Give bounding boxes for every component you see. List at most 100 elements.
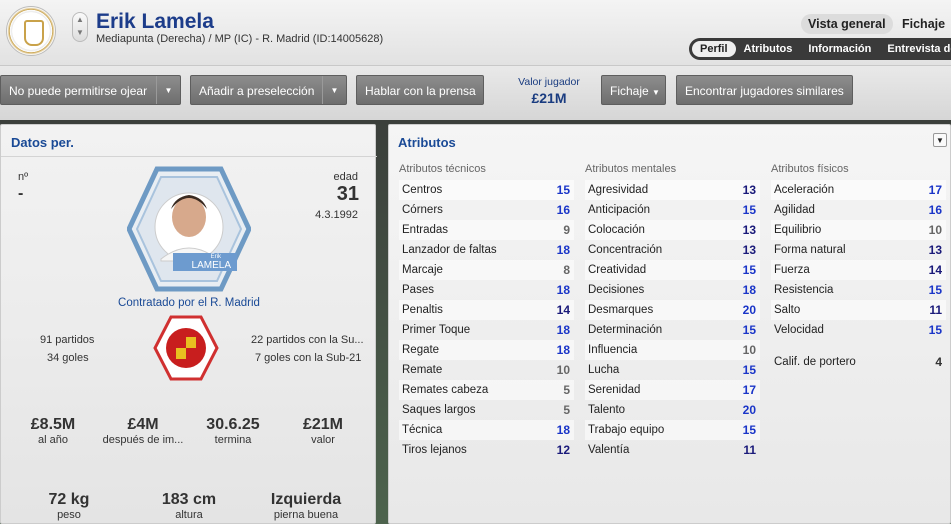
- attribute-row[interactable]: Penaltis 14: [399, 300, 574, 320]
- attribute-row[interactable]: Fuerza 14: [771, 260, 946, 280]
- attribute-row[interactable]: Remate 10: [399, 360, 574, 380]
- attribute-value: 4: [935, 355, 942, 369]
- goals: 34 goles: [47, 352, 89, 364]
- club-crest-icon: [6, 6, 56, 56]
- toolbar: No puede permitirse ojear ▼ Añadir a pres…: [0, 66, 951, 120]
- attribute-name: Talento: [588, 404, 626, 416]
- attribute-value: 13: [742, 243, 756, 257]
- dob: 4.3.1992: [315, 209, 358, 221]
- height-label: altura: [175, 509, 203, 521]
- shortlist-button[interactable]: Añadir a preselección ▼: [190, 75, 347, 105]
- nav-fichaje[interactable]: Fichaje: [902, 17, 945, 31]
- attribute-row[interactable]: Forma natural 13: [771, 240, 946, 260]
- attribute-row[interactable]: Primer Toque 18: [399, 320, 574, 340]
- contract-club[interactable]: Contratado por el R. Madrid: [1, 297, 377, 309]
- attribute-row[interactable]: Equilibrio 10: [771, 220, 946, 240]
- attribute-value: 14: [556, 303, 570, 317]
- attribute-row[interactable]: Aceleración 17: [771, 180, 946, 200]
- attribute-row[interactable]: Resistencia 15: [771, 280, 946, 300]
- attribute-row[interactable]: Técnica 18: [399, 420, 574, 440]
- tab-atributos[interactable]: Atributos: [736, 41, 801, 57]
- similar-players-button[interactable]: Encontrar jugadores similares: [676, 75, 853, 105]
- weight-label: peso: [57, 509, 81, 521]
- attribute-value: 10: [556, 363, 570, 377]
- attribute-row[interactable]: Pases 18: [399, 280, 574, 300]
- attribute-value: 12: [556, 443, 570, 457]
- transfer-button[interactable]: Fichaje ▼: [601, 75, 666, 105]
- attributes-panel: Atributos ▼ Atributos técnicos Centros 15 C…: [388, 124, 951, 524]
- tab-perfil[interactable]: Perfil: [692, 41, 736, 57]
- attribute-row[interactable]: Saques largos 5: [399, 400, 574, 420]
- attribute-row[interactable]: Colocación 13: [585, 220, 760, 240]
- technical-column: Atributos técnicos Centros 15 Córners 16 Entr…: [399, 163, 574, 460]
- attribute-row[interactable]: Entradas 9: [399, 220, 574, 240]
- u21-caps: 22 partidos con la Su...: [251, 334, 364, 346]
- attribute-row[interactable]: Velocidad 15: [771, 320, 946, 340]
- attribute-row[interactable]: Creatividad 15: [585, 260, 760, 280]
- attribute-name: Trabajo equipo: [588, 424, 665, 436]
- attribute-row[interactable]: Desmarques 20: [585, 300, 760, 320]
- attribute-row[interactable]: Talento 20: [585, 400, 760, 420]
- attribute-row[interactable]: Tiros lejanos 12: [399, 440, 574, 460]
- chevron-down-icon[interactable]: ▼: [322, 76, 346, 104]
- attribute-value: 13: [928, 243, 942, 257]
- attribute-row[interactable]: Marcaje 8: [399, 260, 574, 280]
- national-team-flag-icon[interactable]: [153, 315, 219, 381]
- player-value-label: Valor jugador: [518, 76, 580, 88]
- attribute-row[interactable]: Lucha 15: [585, 360, 760, 380]
- u21-goals: 7 goles con la Sub-21: [255, 352, 362, 364]
- tab-informacion[interactable]: Información: [800, 41, 879, 57]
- chevron-down-icon[interactable]: ▼: [156, 76, 180, 104]
- attribute-row[interactable]: Determinación 15: [585, 320, 760, 340]
- attribute-value: 15: [742, 203, 756, 217]
- attribute-name: Regate: [402, 344, 440, 356]
- attribute-name: Agilidad: [774, 204, 815, 216]
- goalkeeper-rating-row[interactable]: Calif. de portero 4: [771, 352, 946, 372]
- contract-expires-label: termina: [214, 434, 252, 446]
- attribute-row[interactable]: Decisiones 18: [585, 280, 760, 300]
- transfer-button-label: Fichaje: [610, 84, 649, 98]
- attribute-value: 5: [563, 403, 570, 417]
- column-header: Atributos físicos: [771, 163, 849, 175]
- weight: 72 kg: [48, 491, 90, 508]
- attribute-name: Lanzador de faltas: [402, 244, 497, 256]
- attribute-name: Lucha: [588, 364, 620, 376]
- attribute-name: Saques largos: [402, 404, 476, 416]
- attribute-row[interactable]: Concentración 13: [585, 240, 760, 260]
- tab-entrevista[interactable]: Entrevista de: [879, 41, 951, 57]
- attribute-row[interactable]: Salto 11: [771, 300, 946, 320]
- attribute-row[interactable]: Influencia 10: [585, 340, 760, 360]
- attribute-row[interactable]: Valentía 11: [585, 440, 760, 460]
- attribute-row[interactable]: Agresividad 13: [585, 180, 760, 200]
- attribute-value: 17: [742, 383, 756, 397]
- player-scroll-arrows[interactable]: ▲ ▼: [72, 12, 88, 42]
- personal-title: Datos per.: [11, 135, 74, 150]
- scout-button[interactable]: No puede permitirse ojear ▼: [0, 75, 181, 105]
- attribute-row[interactable]: Regate 18: [399, 340, 574, 360]
- attribute-row[interactable]: Serenidad 17: [585, 380, 760, 400]
- attribute-row[interactable]: Agilidad 16: [771, 200, 946, 220]
- attribute-row[interactable]: Córners 16: [399, 200, 574, 220]
- attribute-row[interactable]: Centros 15: [399, 180, 574, 200]
- attribute-name: Fuerza: [774, 264, 810, 276]
- attribute-row[interactable]: Lanzador de faltas 18: [399, 240, 574, 260]
- attribute-row[interactable]: Anticipación 15: [585, 200, 760, 220]
- attribute-name: Remates cabeza: [402, 384, 489, 396]
- attribute-value: 9: [563, 223, 570, 237]
- attribute-row[interactable]: Trabajo equipo 15: [585, 420, 760, 440]
- attribute-value: 11: [743, 443, 756, 457]
- physical-column: Atributos físicos Aceleración 17 Agilidad 16…: [771, 163, 946, 372]
- panel-menu-chevron-icon[interactable]: ▼: [933, 133, 947, 147]
- nav-vista-general[interactable]: Vista general: [801, 14, 893, 34]
- attribute-value: 20: [742, 403, 756, 417]
- attribute-name: Anticipación: [588, 204, 651, 216]
- attribute-value: 15: [742, 423, 756, 437]
- scout-button-label: No puede permitirse ojear: [9, 84, 148, 98]
- attribute-name: Concentración: [588, 244, 663, 256]
- attribute-name: Equilibrio: [774, 224, 822, 236]
- press-button[interactable]: Hablar con la prensa: [356, 75, 484, 105]
- attributes-title: Atributos: [398, 135, 456, 150]
- attribute-row[interactable]: Remates cabeza 5: [399, 380, 574, 400]
- attribute-value: 20: [742, 303, 756, 317]
- player-subtitle: Mediapunta (Derecha) / MP (IC) - R. Madr…: [96, 33, 384, 45]
